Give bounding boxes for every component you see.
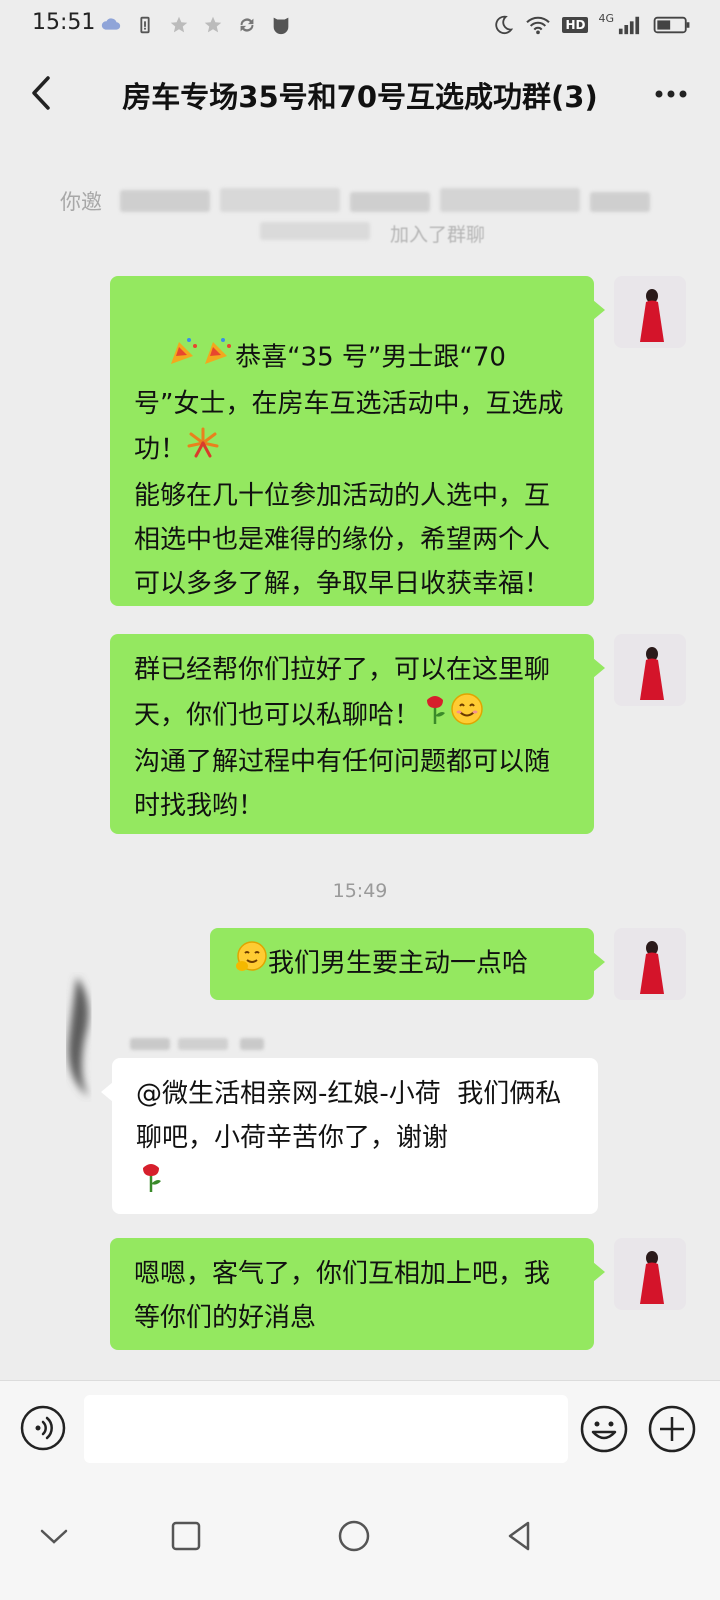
network-type: 4G: [598, 11, 614, 25]
blurred-name: [220, 188, 340, 212]
message-text: 沟通了解过程中有任何问题都可以随时找我哟！: [134, 747, 551, 821]
back-nav-button[interactable]: [500, 1516, 540, 1556]
message-bubble[interactable]: 嗯嗯，客气了，你们互相加上吧，我等你们的好消息: [110, 1238, 605, 1350]
party-popper-icon: [167, 334, 201, 382]
more-options-button[interactable]: [646, 72, 696, 116]
my-avatar[interactable]: [614, 1238, 686, 1310]
sync-icon: [240, 18, 254, 32]
message-timestamp: 15:49: [332, 880, 388, 902]
blurred-name: [590, 192, 650, 212]
add-button[interactable]: [646, 1403, 698, 1455]
rose-icon: [420, 692, 450, 740]
shield-icon: [273, 17, 289, 35]
voice-input-button[interactable]: [18, 1403, 68, 1453]
blurred-name: [120, 190, 210, 212]
message-text: 群已经帮你们拉好了，可以在这里聊天，你们也可以私聊哈！: [134, 655, 551, 731]
status-bar: 15:51 HD 4G: [0, 0, 720, 50]
smile-icon: [450, 692, 484, 740]
sender-avatar[interactable]: [52, 972, 106, 1102]
cloud-icon: [101, 18, 121, 30]
system-nav-bar: [0, 1476, 720, 1600]
system-notice: 你邀 加入了群聊: [60, 180, 660, 250]
hugging-face-icon: [234, 940, 268, 988]
message-text: @微生活相亲网-红娘-小荷 我们俩私聊吧，小荷辛苦你了，谢谢: [136, 1079, 562, 1153]
moon-icon: [495, 15, 514, 35]
chevron-down-icon[interactable]: [34, 1516, 74, 1556]
sender-name: [130, 1038, 270, 1052]
message-bubble[interactable]: 群已经帮你们拉好了，可以在这里聊天，你们也可以私聊哈！ 沟通了解过程中有任何问题都…: [110, 634, 605, 834]
message-bubble[interactable]: 恭喜“35 号”男士跟“70 号”女士，在房车互选活动中，互选成功！ 能够在几十位…: [110, 276, 605, 606]
system-notice-suffix: 加入了群聊: [390, 224, 486, 246]
blurred-name: [350, 192, 430, 212]
my-avatar[interactable]: [614, 928, 686, 1000]
fireworks-icon: [186, 426, 220, 474]
chat-title: 房车专场35号和70号互选成功群(3): [122, 80, 598, 114]
status-left-icons: [100, 12, 292, 38]
star-icon: [204, 16, 222, 33]
message-text: 嗯嗯，客气了，你们互相加上吧，我等你们的好消息: [134, 1259, 551, 1333]
message-bubble[interactable]: @微生活相亲网-红娘-小荷 我们俩私聊吧，小荷辛苦你了，谢谢: [101, 1058, 598, 1214]
my-avatar[interactable]: [614, 634, 686, 706]
rose-icon: [136, 1160, 166, 1208]
system-notice-prefix: 你邀: [60, 190, 102, 214]
battery-icon: [653, 16, 690, 34]
message-bubble[interactable]: 我们男生要主动一点哈: [210, 928, 605, 1000]
battery-alert-icon: [140, 16, 150, 34]
recents-button[interactable]: [166, 1516, 206, 1556]
blurred-name: [440, 188, 580, 212]
emoji-button[interactable]: [578, 1403, 630, 1455]
message-text: 我们男生要主动一点哈: [268, 948, 529, 979]
wifi-icon: [526, 16, 551, 35]
my-avatar[interactable]: [614, 276, 686, 348]
home-button[interactable]: [334, 1516, 374, 1556]
status-right-icons: HD 4G: [492, 12, 692, 38]
signal-icon: [618, 16, 640, 35]
party-popper-icon: [201, 334, 235, 382]
hd-badge: HD: [562, 17, 589, 33]
status-time: 15:51: [32, 10, 96, 35]
message-input[interactable]: [84, 1395, 568, 1463]
star-icon: [170, 16, 188, 33]
blurred-name: [260, 222, 370, 240]
input-bar: [0, 1380, 720, 1477]
message-text: 能够在几十位参加活动的人选中，互相选中也是难得的缘份，希望两个人可以多多了解，争…: [134, 481, 551, 599]
chat-header: 房车专场35号和70号互选成功群(3): [0, 50, 720, 140]
